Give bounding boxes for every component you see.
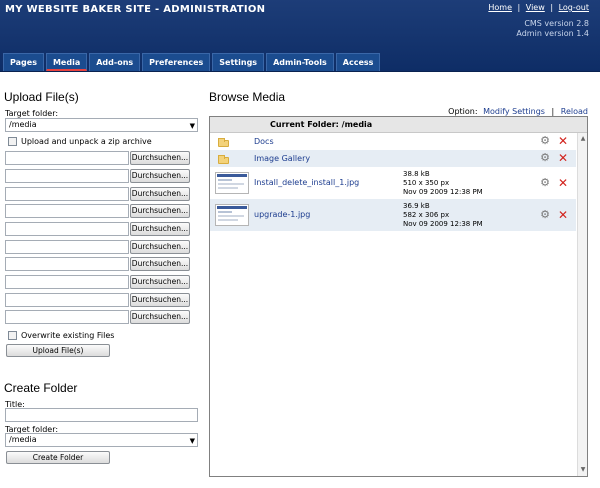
- file-input[interactable]: [5, 293, 129, 307]
- chevron-down-icon: ▼: [189, 437, 195, 445]
- browse-button[interactable]: Durchsuchen...: [130, 310, 190, 324]
- modify-settings-link[interactable]: Modify Settings: [483, 107, 545, 116]
- overwrite-label: Overwrite existing Files: [21, 331, 115, 340]
- list-item[interactable]: upgrade-1.jpg 36.9 kB 582 x 306 px Nov 0…: [210, 199, 576, 231]
- media-browser: Current Folder: /media Docs ⚙ ✕ Image Ga…: [209, 116, 588, 477]
- folder-title-input[interactable]: [5, 408, 198, 422]
- item-name[interactable]: Docs: [254, 137, 274, 146]
- upload-target-select[interactable]: /media ▼: [5, 118, 198, 132]
- list-item[interactable]: Docs ⚙ ✕: [210, 133, 576, 150]
- folder-target-value: /media: [9, 435, 37, 444]
- browse-button[interactable]: Durchsuchen...: [130, 204, 190, 218]
- create-folder-heading: Create Folder: [4, 381, 78, 395]
- create-folder-button[interactable]: Create Folder: [6, 451, 110, 464]
- gear-icon[interactable]: ⚙: [540, 152, 550, 163]
- upload-target-value: /media: [9, 120, 37, 129]
- upload-target-label: Target folder:: [5, 109, 59, 118]
- tab-pages[interactable]: Pages: [3, 53, 44, 71]
- main-tabs: Pages Media Add-ons Preferences Settings…: [3, 53, 382, 71]
- file-input[interactable]: [5, 257, 129, 271]
- browse-button[interactable]: Durchsuchen...: [130, 169, 190, 183]
- item-name[interactable]: Install_delete_install_1.jpg: [254, 178, 359, 187]
- image-thumbnail[interactable]: [215, 204, 249, 226]
- current-folder: Current Folder: /media: [270, 120, 373, 129]
- logout-link[interactable]: Log-out: [559, 3, 589, 12]
- browse-button[interactable]: Durchsuchen...: [130, 293, 190, 307]
- file-input[interactable]: [5, 310, 129, 324]
- overwrite-checkbox[interactable]: [8, 331, 17, 340]
- upload-heading: Upload File(s): [4, 90, 79, 104]
- folder-icon: [218, 155, 229, 164]
- delete-icon[interactable]: ✕: [558, 152, 568, 164]
- tab-admin-tools[interactable]: Admin-Tools: [266, 53, 334, 71]
- browse-button[interactable]: Durchsuchen...: [130, 187, 190, 201]
- cms-version: CMS version 2.8: [524, 19, 589, 28]
- gear-icon[interactable]: ⚙: [540, 209, 550, 220]
- unzip-label: Upload and unpack a zip archive: [21, 137, 152, 146]
- browse-button[interactable]: Durchsuchen...: [130, 222, 190, 236]
- link-separator: |: [550, 3, 554, 12]
- vertical-scrollbar[interactable]: ▲ ▼: [577, 133, 587, 476]
- file-input[interactable]: [5, 240, 129, 254]
- browse-button[interactable]: Durchsuchen...: [130, 240, 190, 254]
- browse-button[interactable]: Durchsuchen...: [130, 257, 190, 271]
- item-name[interactable]: Image Gallery: [254, 154, 310, 163]
- scroll-up-icon[interactable]: ▲: [579, 135, 587, 143]
- browse-options: Option: Modify Settings | Reload: [448, 107, 588, 116]
- list-item[interactable]: Image Gallery ⚙ ✕: [210, 150, 576, 167]
- admin-version: Admin version 1.4: [516, 29, 589, 38]
- tab-access[interactable]: Access: [335, 53, 381, 71]
- tab-settings[interactable]: Settings: [212, 53, 265, 71]
- delete-icon[interactable]: ✕: [558, 177, 568, 189]
- file-info: 38.8 kB 510 x 350 px Nov 09 2009 12:38 P…: [403, 170, 483, 197]
- folder-target-select[interactable]: /media ▼: [5, 433, 198, 447]
- home-link[interactable]: Home: [488, 3, 512, 12]
- file-input[interactable]: [5, 222, 129, 236]
- file-input[interactable]: [5, 187, 129, 201]
- view-link[interactable]: View: [526, 3, 545, 12]
- admin-header: MY WEBSITE BAKER SITE - ADMINISTRATION H…: [0, 0, 600, 72]
- file-info: 36.9 kB 582 x 306 px Nov 09 2009 12:38 P…: [403, 202, 483, 229]
- option-separator: |: [551, 107, 555, 116]
- reload-link[interactable]: Reload: [561, 107, 588, 116]
- file-size: 38.8 kB: [403, 170, 430, 178]
- list-item[interactable]: Install_delete_install_1.jpg 38.8 kB 510…: [210, 167, 576, 199]
- item-name[interactable]: upgrade-1.jpg: [254, 210, 310, 219]
- delete-icon[interactable]: ✕: [558, 209, 568, 221]
- version-info: CMS version 2.8 Admin version 1.4: [516, 19, 589, 39]
- delete-icon[interactable]: ✕: [558, 135, 568, 147]
- top-links: Home | View | Log-out: [488, 3, 589, 12]
- browse-button[interactable]: Durchsuchen...: [130, 275, 190, 289]
- tab-addons[interactable]: Add-ons: [89, 53, 141, 71]
- folder-icon: [218, 138, 229, 147]
- browse-button[interactable]: Durchsuchen...: [130, 151, 190, 165]
- scroll-down-icon[interactable]: ▼: [579, 466, 587, 474]
- file-input[interactable]: [5, 275, 129, 289]
- site-title: MY WEBSITE BAKER SITE - ADMINISTRATION: [5, 4, 266, 15]
- option-label: Option:: [448, 107, 478, 116]
- current-folder-bar: Current Folder: /media: [210, 117, 587, 133]
- tab-media[interactable]: Media: [45, 53, 88, 71]
- file-date: Nov 09 2009 12:38 PM: [403, 188, 483, 196]
- file-input[interactable]: [5, 169, 129, 183]
- file-dimensions: 510 x 350 px: [403, 179, 450, 187]
- file-input[interactable]: [5, 204, 129, 218]
- gear-icon[interactable]: ⚙: [540, 135, 550, 146]
- link-separator: |: [517, 3, 521, 12]
- unzip-checkbox[interactable]: [8, 137, 17, 146]
- file-size: 36.9 kB: [403, 202, 430, 210]
- file-date: Nov 09 2009 12:38 PM: [403, 220, 483, 228]
- file-input[interactable]: [5, 151, 129, 165]
- tab-preferences[interactable]: Preferences: [142, 53, 211, 71]
- gear-icon[interactable]: ⚙: [540, 177, 550, 188]
- file-dimensions: 582 x 306 px: [403, 211, 450, 219]
- image-thumbnail[interactable]: [215, 172, 249, 194]
- browse-heading: Browse Media: [209, 90, 286, 104]
- upload-files-button[interactable]: Upload File(s): [6, 344, 110, 357]
- chevron-down-icon: ▼: [189, 122, 195, 130]
